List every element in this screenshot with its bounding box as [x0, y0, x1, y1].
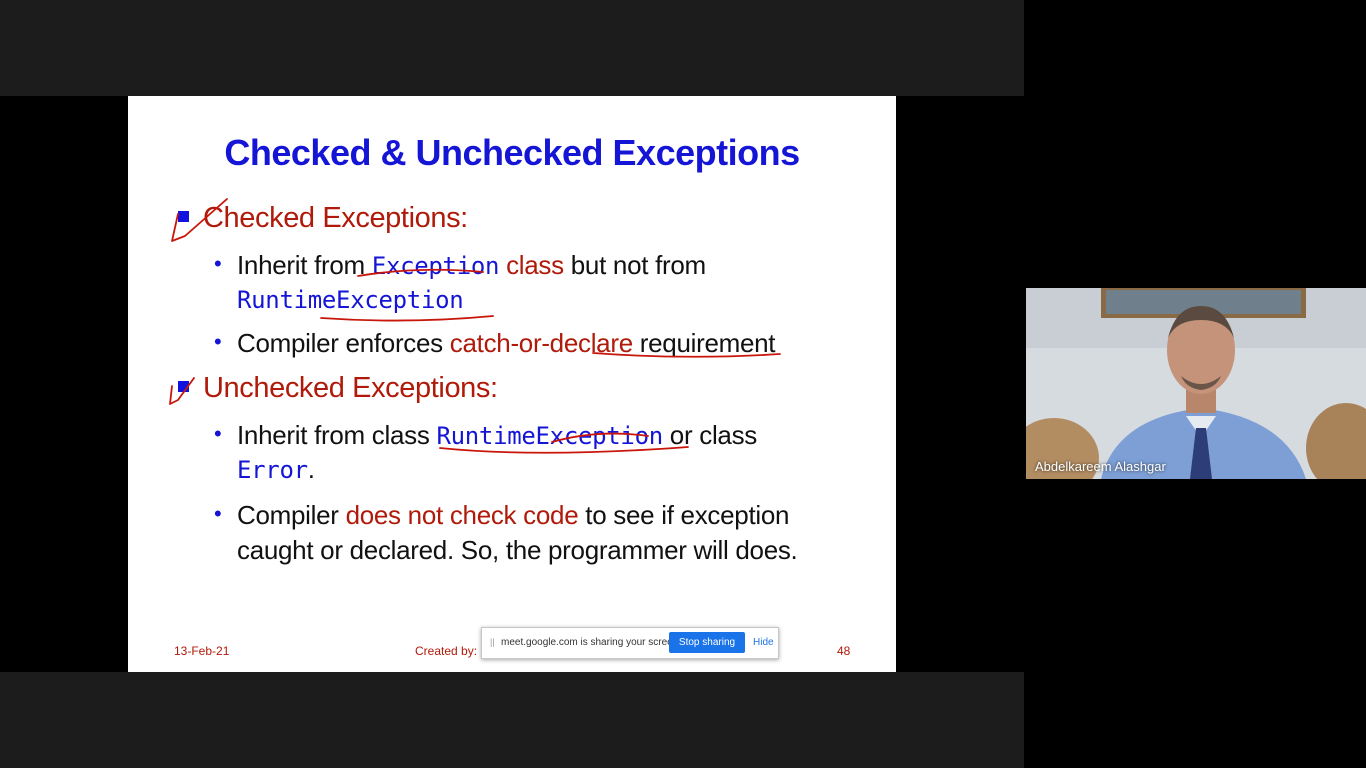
code-runtime-exception: RuntimeException: [237, 286, 464, 314]
share-status-message: meet.google.com is sharing your screen.: [501, 637, 682, 648]
unchecked-heading: Unchecked Exceptions:: [203, 372, 498, 404]
text-inherit-class: Inherit from class: [237, 420, 437, 450]
bullet-dot: •: [214, 329, 222, 354]
text-does-not-check-code: does not check code: [345, 500, 579, 530]
checked-bullet-1: Inherit from Exception class but not fro…: [237, 250, 706, 281]
bullet-dot: •: [214, 421, 222, 446]
slide-footer-author: Created by: D: [415, 644, 490, 658]
unchecked-bullet-2: Compiler does not check code to see if e…: [237, 500, 789, 531]
checked-heading: Checked Exceptions:: [203, 202, 468, 234]
unchecked-bullet-1: Inherit from class RuntimeException or c…: [237, 420, 757, 451]
text-period: .: [307, 454, 315, 484]
text-inherit: Inherit from: [237, 250, 372, 280]
text-requirement: requirement: [632, 328, 776, 358]
code-error: Error: [237, 456, 308, 484]
bullet-square-checked: [178, 211, 189, 222]
text-compiler-enforces: Compiler enforces: [237, 328, 450, 358]
screen-share-notification-bar: || meet.google.com is sharing your scree…: [481, 627, 779, 659]
letterbox-top: [0, 0, 1024, 96]
participant-video-tile[interactable]: Abdelkareem Alashgar: [1026, 288, 1366, 479]
checked-bullet-2: Compiler enforces catch-or-declare requi…: [237, 328, 776, 359]
bullet-square-unchecked: [178, 381, 189, 392]
text-to-see-if-exception: to see if exception: [578, 500, 790, 530]
participant-name-label: Abdelkareem Alashgar: [1035, 459, 1166, 474]
text-but-not-from: but not from: [563, 250, 706, 280]
code-exception: Exception: [371, 252, 500, 280]
bullet-dot: •: [214, 501, 222, 526]
text-catch-or-declare: catch-or-declare: [449, 328, 633, 358]
slide-footer-page-number: 48: [837, 644, 851, 658]
code-runtime-exception: RuntimeException: [436, 422, 663, 450]
checked-bullet-1-line2: RuntimeException: [237, 284, 464, 315]
presentation-slide: Checked & Unchecked Exceptions Checked E…: [128, 96, 896, 672]
text-or-class: or class: [662, 420, 757, 450]
participant-video-frame: [1026, 288, 1366, 479]
drag-handle-icon[interactable]: ||: [490, 637, 495, 647]
stop-sharing-button[interactable]: Stop sharing: [669, 632, 745, 653]
hide-link[interactable]: Hide: [753, 637, 774, 648]
slide-footer-date: 13-Feb-21: [174, 644, 230, 658]
slide-title: Checked & Unchecked Exceptions: [224, 132, 800, 173]
unchecked-bullet-2-line2: caught or declared. So, the programmer w…: [237, 535, 798, 565]
text-class: class: [499, 250, 564, 280]
unchecked-bullet-1-line2: Error.: [237, 454, 315, 485]
text-compiler: Compiler: [237, 500, 346, 530]
underline-annotation: [320, 315, 494, 322]
letterbox-bottom: [0, 672, 1024, 768]
bullet-dot: •: [214, 251, 222, 276]
